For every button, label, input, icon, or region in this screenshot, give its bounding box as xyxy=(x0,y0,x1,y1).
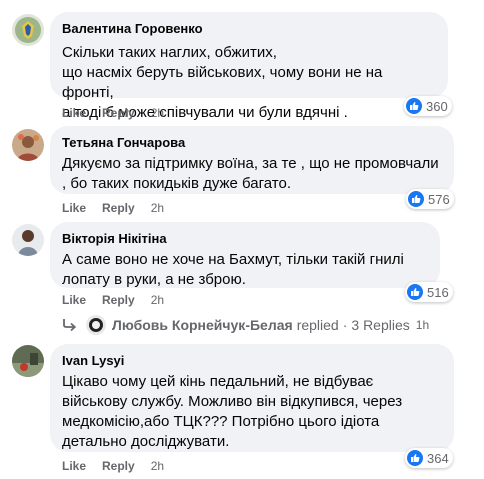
comment-time[interactable]: 2h xyxy=(151,106,164,120)
comment-actions: Like Reply 2h xyxy=(62,201,164,215)
profile-photo-icon xyxy=(12,345,44,377)
reply-button[interactable]: Reply xyxy=(102,201,135,215)
reaction-number: 516 xyxy=(427,284,449,300)
comment-time[interactable]: 2h xyxy=(151,293,164,307)
reaction-count[interactable]: 576 xyxy=(406,189,454,209)
avatar xyxy=(86,315,106,335)
replies-time: 1h xyxy=(415,318,430,332)
coat-of-arms-avatar-icon xyxy=(12,14,44,46)
comment-text: Цікаво чому цей кінь педальний, не відбу… xyxy=(62,373,403,450)
avatar[interactable] xyxy=(12,345,44,377)
comment-text: Дякуємо за підтримку воїна, за те , що н… xyxy=(62,155,439,192)
reaction-count[interactable]: 360 xyxy=(404,96,452,116)
comment-bubble: Валентина Горовенко Скільки таких наглих… xyxy=(50,12,448,121)
comment-bubble: Вікторія Нікітіна А саме воно не хоче на… xyxy=(50,222,440,288)
comment-actions: Like Reply 2h xyxy=(62,459,164,473)
like-button[interactable]: Like xyxy=(62,106,86,120)
reaction-number: 364 xyxy=(427,450,449,466)
reply-button[interactable]: Reply xyxy=(102,106,135,120)
comment-bubble: Ivan Lysyi Цікаво чому цей кінь педальни… xyxy=(50,344,454,452)
avatar[interactable] xyxy=(12,129,44,161)
like-button[interactable]: Like xyxy=(62,201,86,215)
reply-button[interactable]: Reply xyxy=(102,293,135,307)
comment-bubble: Тетьяна Гончарова Дякуємо за підтримку в… xyxy=(50,126,454,194)
like-thumb-icon xyxy=(406,98,422,114)
comment-author[interactable]: Валентина Горовенко xyxy=(62,20,436,37)
replier-name: Любовь Корнейчук-Белая xyxy=(112,317,293,333)
profile-photo-icon xyxy=(12,224,44,256)
replies-count: 3 Replies xyxy=(351,317,410,333)
like-button[interactable]: Like xyxy=(62,293,86,307)
replied-text: replied xyxy=(296,317,339,333)
like-button[interactable]: Like xyxy=(62,459,86,473)
profile-photo-icon xyxy=(12,129,44,161)
comment-actions: Like Reply 2h xyxy=(62,106,164,120)
reaction-count[interactable]: 516 xyxy=(405,282,453,302)
like-thumb-icon xyxy=(408,191,424,207)
reply-button[interactable]: Reply xyxy=(102,459,135,473)
comment-actions: Like Reply 2h xyxy=(62,293,164,307)
comment-author[interactable]: Тетьяна Гончарова xyxy=(62,134,442,151)
comment-author[interactable]: Ivan Lysyi xyxy=(62,352,442,369)
view-replies-link[interactable]: Любовь Корнейчук-Белая replied · 3 Repli… xyxy=(62,314,429,336)
reaction-count[interactable]: 364 xyxy=(405,448,453,468)
like-thumb-icon xyxy=(407,284,423,300)
comment-text: А саме воно не хоче на Бахмут, тільки та… xyxy=(62,251,404,288)
profile-photo-icon xyxy=(86,315,106,335)
separator: · xyxy=(342,317,348,333)
reply-arrow-icon xyxy=(62,318,78,332)
comment-author[interactable]: Вікторія Нікітіна xyxy=(62,230,428,247)
avatar[interactable] xyxy=(12,224,44,256)
like-thumb-icon xyxy=(407,450,423,466)
reaction-number: 360 xyxy=(426,98,448,114)
avatar[interactable] xyxy=(12,14,44,46)
reaction-number: 576 xyxy=(428,191,450,207)
comment-time[interactable]: 2h xyxy=(151,459,164,473)
comment-time[interactable]: 2h xyxy=(151,201,164,215)
